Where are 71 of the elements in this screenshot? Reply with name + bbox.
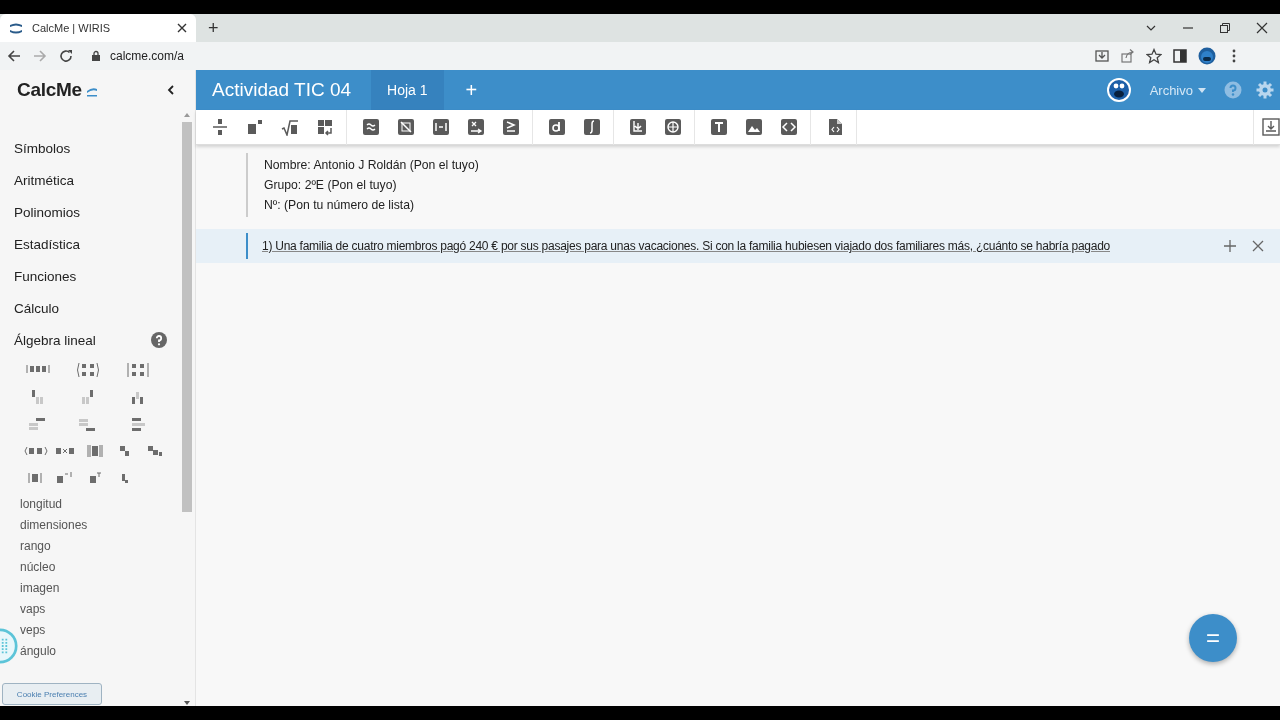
inequality-icon[interactable] <box>502 118 520 136</box>
category-item[interactable]: Estadística <box>14 236 81 252</box>
command-item[interactable]: veps <box>20 623 46 638</box>
reload-icon[interactable] <box>58 48 74 64</box>
command-item[interactable]: vaps <box>20 602 46 617</box>
scroll-down-icon[interactable] <box>183 700 191 706</box>
code-file-icon[interactable] <box>826 118 844 136</box>
solve-icon[interactable] <box>467 118 485 136</box>
app-logo: CalcMe <box>17 79 82 101</box>
caret-icon <box>1198 87 1206 93</box>
close-icon[interactable] <box>1256 22 1268 34</box>
empty-set-icon[interactable] <box>397 118 415 136</box>
approx-icon[interactable] <box>362 118 380 136</box>
tab-title: CalcMe | WIRIS <box>32 22 112 34</box>
category-item[interactable]: Polinomios <box>14 204 81 220</box>
command-item[interactable]: rango <box>20 539 51 554</box>
text-block[interactable]: Nombre: Antonio J Roldán (Pon el tuyo) Grupo: 2ºE (Pon el tuyo) Nº: (Pon tu número de lista) <box>246 153 1280 217</box>
sheet-tab[interactable]: Hoja 1 <box>371 70 444 110</box>
side-panel-icon[interactable] <box>1172 48 1188 64</box>
text-line: Grupo: 2ºE (Pon el tuyo) <box>264 177 398 194</box>
category-item[interactable]: Símbolos <box>14 140 71 156</box>
restore-icon[interactable] <box>1219 22 1231 34</box>
collapse-icon[interactable] <box>165 84 177 96</box>
command-item[interactable]: imagen <box>20 581 60 596</box>
help-icon[interactable] <box>151 332 167 348</box>
cookie-preferences-button[interactable]: Cookie Preferences <box>2 683 102 705</box>
category-item[interactable]: Cálculo <box>14 300 60 316</box>
avatar-icon[interactable] <box>1198 47 1216 65</box>
integral-icon[interactable] <box>583 118 601 136</box>
browser-tab[interactable]: CalcMe | WIRIS <box>0 14 196 42</box>
question-block[interactable]: 1) Una familia de cuatro miembros pagó 240 € por sus pasajes para unas vacaciones. Si con la familia hubiesen viajado dos familiares más, ¿cuánto se habría pagado <box>196 229 1280 263</box>
image-icon[interactable] <box>745 118 763 136</box>
scrollbar-thumb[interactable] <box>182 122 192 512</box>
import-icon[interactable] <box>1262 118 1280 136</box>
fraction-icon[interactable] <box>211 118 229 136</box>
command-item[interactable]: núcleo <box>20 560 56 575</box>
back-icon[interactable] <box>6 48 22 64</box>
avatar-icon[interactable] <box>1105 77 1132 103</box>
command-item[interactable]: dimensiones <box>20 518 88 533</box>
command-item[interactable]: longitud <box>20 497 63 512</box>
text-icon[interactable] <box>710 118 728 136</box>
logo-icon <box>85 87 98 97</box>
determinant-icon[interactable] <box>126 362 150 378</box>
matrix-icon[interactable] <box>316 118 334 136</box>
text-line: Nombre: Antonio J Roldán (Pon el tuyo) <box>264 157 480 174</box>
category-item[interactable]: Aritmética <box>14 172 74 188</box>
share-icon[interactable] <box>1120 48 1136 64</box>
command-item[interactable]: ángulo <box>20 644 57 659</box>
interval-icon[interactable] <box>432 118 450 136</box>
code-icon[interactable] <box>780 118 798 136</box>
category-item[interactable]: Funciones <box>14 268 77 284</box>
plot-icon[interactable] <box>629 118 647 136</box>
lock-icon <box>90 50 102 62</box>
derivative-icon[interactable] <box>548 118 566 136</box>
category-item[interactable]: Álgebra lineal <box>14 332 96 348</box>
url-text: calcme.com/a <box>110 49 185 63</box>
new-tab-button[interactable]: + <box>204 17 223 39</box>
text-line: Nº: (Pon tu número de lista) <box>264 197 416 214</box>
power-icon[interactable] <box>246 118 264 136</box>
add-icon[interactable] <box>1224 240 1236 252</box>
install-icon[interactable] <box>1094 48 1110 64</box>
document-title: Actividad TIC 04 <box>212 79 352 101</box>
calculate-button[interactable]: = <box>1189 614 1237 662</box>
text-line: 1) Una familia de cuatro miembros pagó 240 € por sus pasajes para unas vacaciones. Si con la familia hubiesen viajado dos familiares más, ¿cuánto se habría pagado <box>262 238 1111 255</box>
plot-3d-icon[interactable] <box>664 118 682 136</box>
close-icon[interactable] <box>176 22 188 34</box>
scroll-up-icon[interactable] <box>183 112 191 118</box>
add-sheet-button[interactable]: + <box>457 78 486 102</box>
square-root-icon[interactable] <box>281 118 299 136</box>
star-icon[interactable] <box>1146 48 1162 64</box>
matrix-icon[interactable] <box>76 362 100 378</box>
